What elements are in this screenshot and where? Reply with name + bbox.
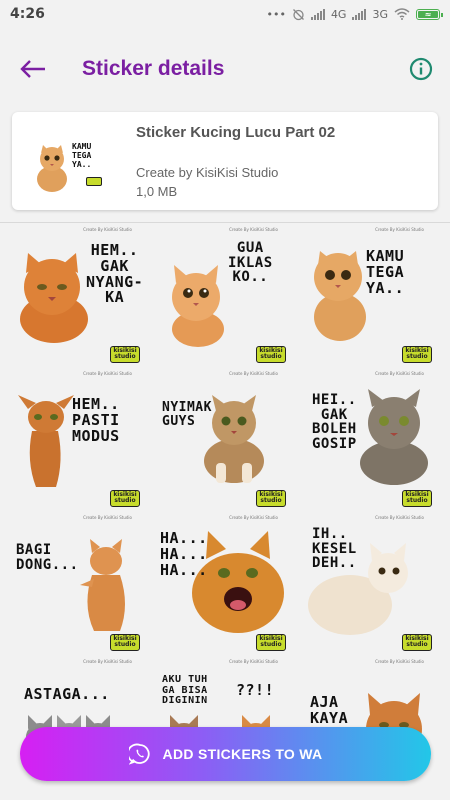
signal-icon-1 bbox=[310, 8, 325, 20]
alarm-off-icon bbox=[292, 8, 304, 20]
cat-thumbnail-image bbox=[37, 145, 67, 192]
sticker-credit: Create By KisiKisi Studio bbox=[229, 371, 278, 376]
sticker-caption: KAMU TEGA YA.. bbox=[366, 247, 405, 297]
network-label-1: 4G bbox=[330, 7, 347, 21]
sticker-caption: BAGI DONG... bbox=[16, 542, 79, 573]
sticker-item[interactable]: Create By KisiKisi Studio HEI.. GAK BOLE… bbox=[302, 371, 438, 513]
sticker-credit: Create By KisiKisi Studio bbox=[229, 515, 278, 520]
sticker-caption: NYIMAK GUYS bbox=[162, 400, 212, 429]
sticker-credit: Create By KisiKisi Studio bbox=[229, 659, 278, 664]
app-bar: Sticker details bbox=[0, 28, 450, 110]
sticker-caption: HEM.. PASTI MODUS bbox=[72, 395, 120, 445]
sticker-credit: Create By KisiKisi Studio bbox=[375, 515, 424, 520]
battery-icon: ≈ bbox=[416, 8, 443, 20]
sticker-caption: HA... HA... HA... bbox=[160, 529, 208, 579]
kisikisi-studio-logo: kisikisi studio bbox=[110, 490, 140, 507]
info-button[interactable] bbox=[406, 54, 436, 84]
sticker-caption: GUA IKLAS KO.. bbox=[228, 240, 273, 286]
sticker-credit: Create By KisiKisi Studio bbox=[83, 227, 132, 232]
pack-name: Sticker Kucing Lucu Part 02 bbox=[136, 123, 336, 141]
sticker-grid: Create By KisiKisi Studio HEM.. GAK NYAN… bbox=[0, 223, 450, 800]
sticker-item[interactable]: Create By KisiKisi Studio GUA IKLAS KO..… bbox=[156, 227, 292, 369]
add-stickers-label: ADD STICKERS TO WA bbox=[162, 746, 323, 762]
cat-image bbox=[314, 251, 366, 341]
back-button[interactable] bbox=[16, 52, 50, 86]
status-icons: ••• 4G 3G ≈ bbox=[266, 7, 443, 21]
sticker-caption: ASTAGA... bbox=[24, 685, 110, 703]
add-stickers-button[interactable]: ADD STICKERS TO WA bbox=[20, 727, 431, 781]
sticker-caption: HEI.. GAK BOLEH GOSIP bbox=[312, 392, 357, 453]
pack-info: Sticker Kucing Lucu Part 02 Create by Ki… bbox=[136, 124, 424, 199]
sticker-item[interactable]: Create By KisiKisi Studio IH.. KESEL DEH… bbox=[302, 515, 438, 657]
cat-image bbox=[20, 253, 88, 343]
sticker-item[interactable]: Create By KisiKisi Studio HA... HA... HA… bbox=[156, 515, 292, 657]
sticker-pack-card[interactable]: KAMU TEGA YA.. Sticker Kucing Lucu Part … bbox=[12, 112, 438, 210]
pack-thumbnail: KAMU TEGA YA.. bbox=[26, 125, 114, 197]
sticker-credit: Create By KisiKisi Studio bbox=[83, 659, 132, 664]
sticker-caption: IH.. KESEL DEH.. bbox=[312, 526, 357, 572]
pack-size: 1,0 MB bbox=[136, 183, 178, 199]
pack-thumb-caption: KAMU TEGA YA.. bbox=[72, 142, 92, 169]
sticker-caption-secondary: ??!! bbox=[236, 681, 275, 699]
network-label-2: 3G bbox=[372, 7, 388, 21]
pack-thumb-logo bbox=[86, 177, 102, 186]
sticker-item[interactable]: Create By KisiKisi Studio KAMU TEGA YA..… bbox=[302, 227, 438, 369]
sticker-credit: Create By KisiKisi Studio bbox=[83, 515, 132, 520]
cat-image bbox=[172, 265, 224, 347]
status-time: 4:26 bbox=[10, 6, 45, 22]
kisikisi-studio-logo: kisikisi studio bbox=[110, 346, 140, 363]
kisikisi-studio-logo: kisikisi studio bbox=[110, 634, 140, 651]
sticker-credit: Create By KisiKisi Studio bbox=[375, 659, 424, 664]
kisikisi-studio-logo: kisikisi studio bbox=[402, 490, 432, 507]
kisikisi-studio-logo: kisikisi studio bbox=[256, 346, 286, 363]
screen: 4:26 ••• 4G 3G ≈ Sticker details KAMU TE… bbox=[0, 0, 450, 800]
page-title: Sticker details bbox=[82, 57, 225, 80]
signal-icon-2 bbox=[352, 8, 367, 20]
cat-image bbox=[360, 389, 428, 485]
sticker-credit: Create By KisiKisi Studio bbox=[375, 227, 424, 232]
kisikisi-studio-logo: kisikisi studio bbox=[402, 634, 432, 651]
sticker-item[interactable]: Create By KisiKisi Studio BAGI DONG... k… bbox=[10, 515, 146, 657]
wifi-icon bbox=[394, 8, 410, 20]
pack-author: Create by KisiKisi Studio bbox=[136, 164, 279, 180]
sticker-credit: Create By KisiKisi Studio bbox=[83, 371, 132, 376]
whatsapp-icon bbox=[128, 743, 150, 765]
info-circle-icon bbox=[409, 57, 433, 81]
sticker-item[interactable]: Create By KisiKisi Studio HEM.. GAK NYAN… bbox=[10, 227, 146, 369]
cat-image bbox=[80, 539, 125, 631]
sticker-item[interactable]: Create By KisiKisi Studio HEM.. PASTI MO… bbox=[10, 371, 146, 513]
sticker-credit: Create By KisiKisi Studio bbox=[229, 227, 278, 232]
sticker-item[interactable]: Create By KisiKisi Studio NYIMAK GUYS ki… bbox=[156, 371, 292, 513]
kisikisi-studio-logo: kisikisi studio bbox=[256, 634, 286, 651]
cat-image bbox=[18, 395, 74, 487]
arrow-left-icon bbox=[20, 60, 45, 78]
sticker-caption: HEM.. GAK NYANG- KA bbox=[86, 241, 144, 307]
sticker-caption: AKU TUH GA BISA DIGININ bbox=[162, 674, 208, 706]
status-dots: ••• bbox=[266, 7, 286, 21]
kisikisi-studio-logo: kisikisi studio bbox=[402, 346, 432, 363]
status-bar: 4:26 ••• 4G 3G ≈ bbox=[0, 0, 450, 28]
kisikisi-studio-logo: kisikisi studio bbox=[256, 490, 286, 507]
sticker-credit: Create By KisiKisi Studio bbox=[375, 371, 424, 376]
